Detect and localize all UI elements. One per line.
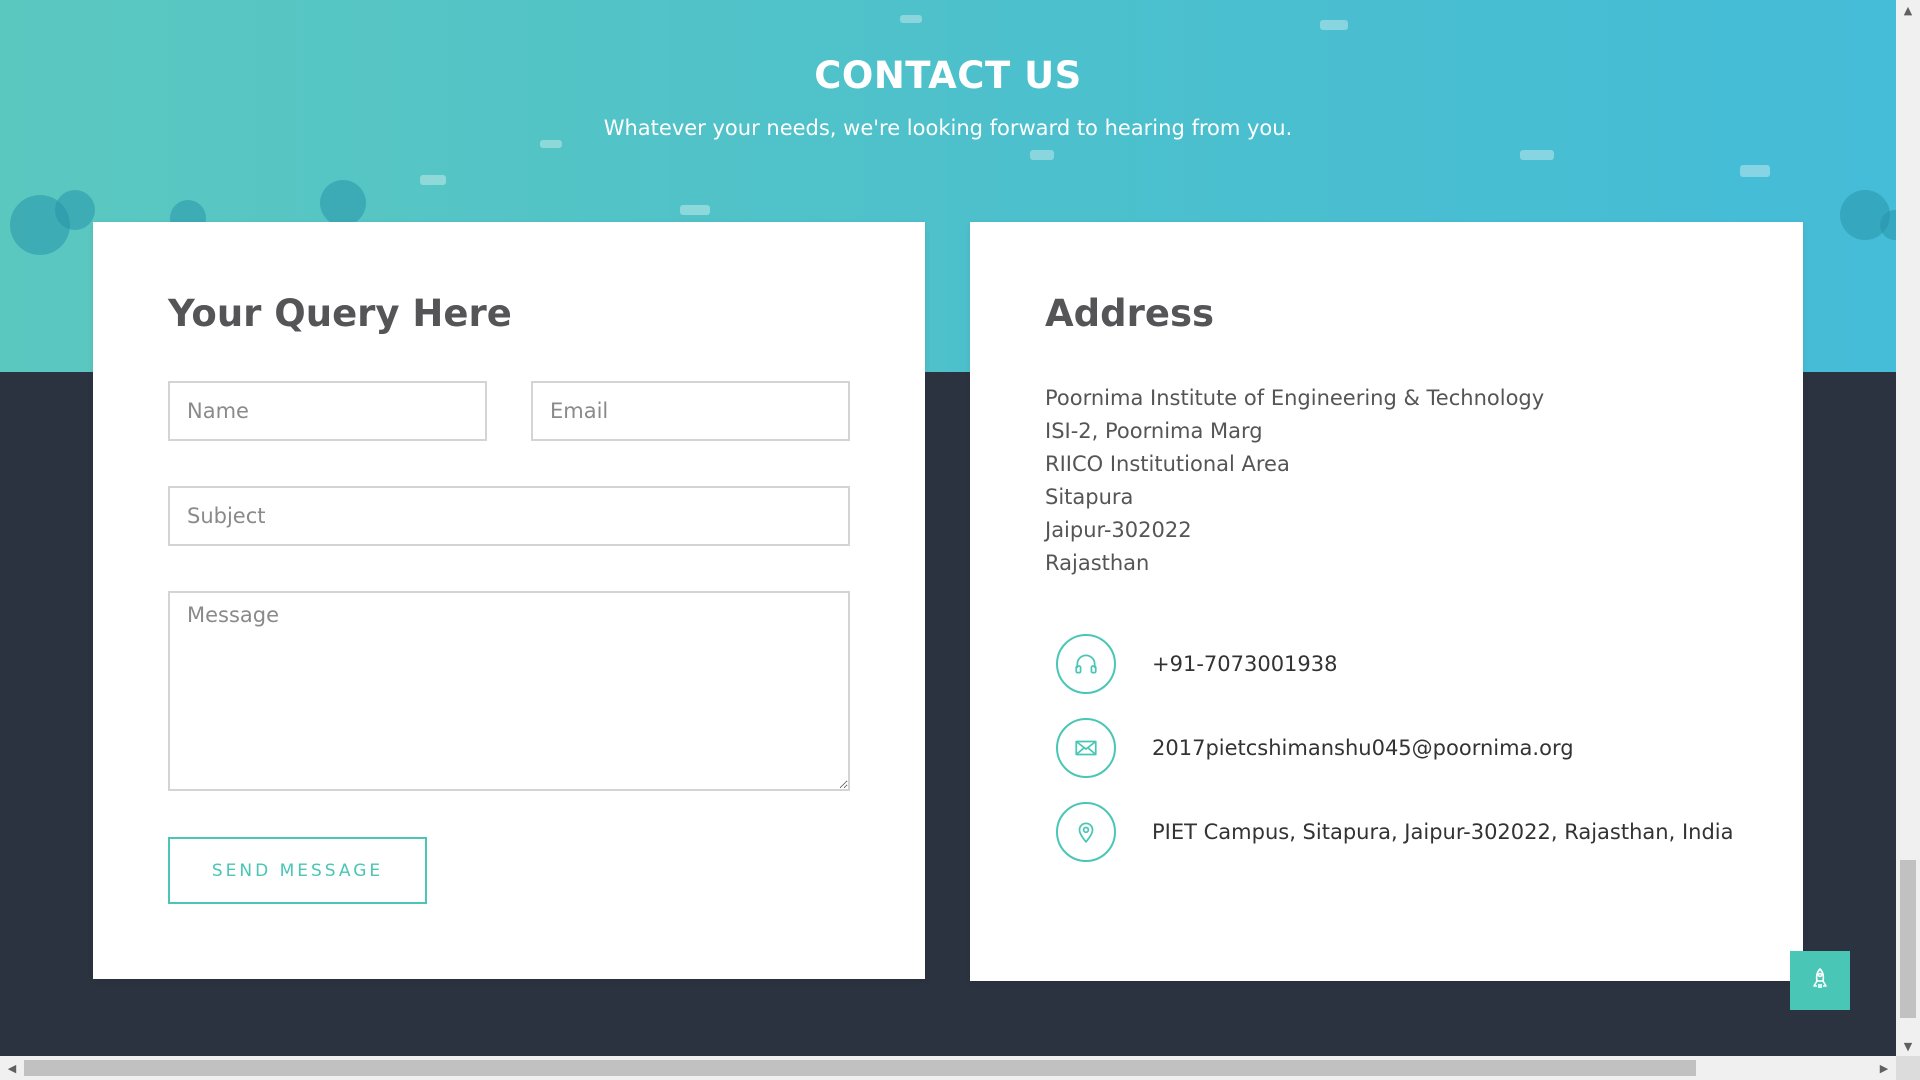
headphones-icon — [1056, 634, 1116, 694]
scrollbar-corner — [1896, 1056, 1920, 1080]
horizontal-scroll-thumb[interactable] — [24, 1060, 1696, 1076]
contact-location-row: PIET Campus, Sitapura, Jaipur-302022, Ra… — [1056, 802, 1733, 862]
email-input[interactable] — [531, 381, 850, 441]
contact-email-row: 2017pietcshimanshu045@poornima.org — [1056, 718, 1574, 778]
vertical-scrollbar[interactable]: ▲ ▼ — [1896, 0, 1920, 1056]
email-address: 2017pietcshimanshu045@poornima.org — [1152, 736, 1574, 760]
location-text: PIET Campus, Sitapura, Jaipur-302022, Ra… — [1152, 820, 1734, 844]
horizontal-scrollbar[interactable]: ◀ ▶ — [0, 1056, 1896, 1080]
rocket-icon — [1810, 967, 1830, 995]
address-heading: Address — [1045, 292, 1214, 335]
phone-number: +91-7073001938 — [1152, 652, 1338, 676]
address-line: Jaipur-302022 — [1045, 518, 1192, 542]
address-card: Address Poornima Institute of Engineerin… — [970, 222, 1803, 981]
send-message-button[interactable]: SEND MESSAGE — [168, 837, 427, 904]
envelope-icon — [1056, 718, 1116, 778]
scroll-left-arrow-icon[interactable]: ◀ — [0, 1056, 24, 1080]
subject-input[interactable] — [168, 486, 850, 546]
address-line: RIICO Institutional Area — [1045, 452, 1290, 476]
query-form-card: Your Query Here SEND MESSAGE — [93, 222, 925, 979]
page-title: CONTACT US — [814, 54, 1082, 97]
address-line: ISI-2, Poornima Marg — [1045, 419, 1263, 443]
map-pin-icon — [1056, 802, 1116, 862]
scroll-up-arrow-icon[interactable]: ▲ — [1896, 0, 1920, 20]
contact-phone-row: +91-7073001938 — [1056, 634, 1338, 694]
scroll-to-top-button[interactable] — [1790, 951, 1850, 1010]
scroll-down-arrow-icon[interactable]: ▼ — [1896, 1036, 1920, 1056]
address-block: Poornima Institute of Engineering & Tech… — [1045, 382, 1544, 580]
page-subtitle: Whatever your needs, we're looking forwa… — [603, 116, 1293, 140]
address-line: Poornima Institute of Engineering & Tech… — [1045, 386, 1545, 410]
address-line: Sitapura — [1045, 485, 1134, 509]
vertical-scroll-thumb[interactable] — [1900, 860, 1916, 1018]
name-input[interactable] — [168, 381, 487, 441]
address-line: Rajasthan — [1045, 551, 1150, 575]
scroll-right-arrow-icon[interactable]: ▶ — [1872, 1056, 1896, 1080]
query-form-heading: Your Query Here — [168, 292, 512, 335]
message-textarea[interactable] — [168, 591, 850, 791]
